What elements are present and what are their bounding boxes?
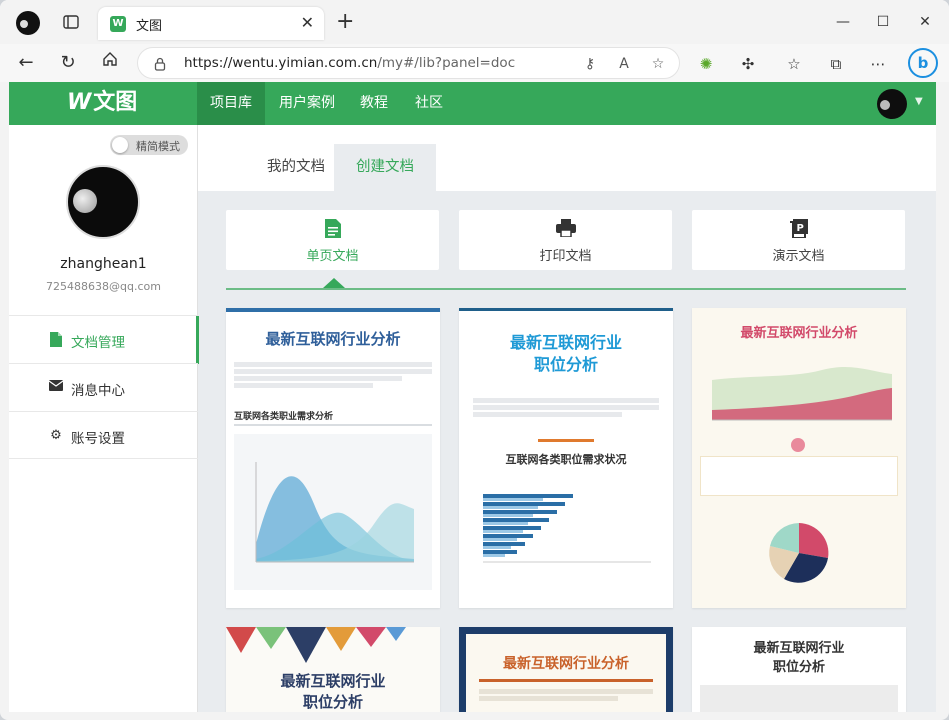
printer-icon bbox=[459, 219, 672, 242]
address-bar[interactable]: https://wentu.yimian.com.cn/my#/lib?pane… bbox=[137, 47, 680, 79]
chevron-down-icon[interactable]: ▼ bbox=[915, 96, 923, 107]
sidebar-item-messages[interactable]: 消息中心 bbox=[9, 363, 198, 411]
doc-type-label: 单页文档 bbox=[306, 249, 359, 264]
tab-close-icon[interactable]: ✕ bbox=[301, 13, 314, 33]
doc-type-presentation[interactable]: P 演示文档 bbox=[692, 210, 905, 270]
favorite-add-icon[interactable]: ☆ bbox=[648, 54, 668, 74]
tab-actions-icon[interactable] bbox=[62, 13, 80, 31]
new-tab-button[interactable]: + bbox=[336, 10, 354, 34]
template-card[interactable]: 最新互联网行业 职位分析 互联网各类职位需求状况 bbox=[459, 308, 673, 608]
template-gallery: 最新互联网行业分析 互联网各类职业需求分析 最新互联网行业 职位分析 互联网各类… bbox=[226, 308, 906, 712]
template-chart-preview bbox=[471, 480, 661, 590]
close-icon[interactable]: ✕ bbox=[910, 10, 940, 34]
main-content: 我的文档 创建文档 单页文档 打印文档 P 演示文档 最新互联网行业分析 互联网… bbox=[198, 125, 936, 712]
bing-icon[interactable]: b bbox=[908, 48, 938, 78]
favorites-icon[interactable]: ☆ bbox=[783, 53, 805, 75]
user-avatar[interactable] bbox=[877, 89, 907, 119]
svg-text:P: P bbox=[796, 223, 803, 234]
document-icon bbox=[49, 332, 63, 348]
collections-icon[interactable]: ⧉ bbox=[825, 53, 847, 75]
browser-window: W 文图 ✕ + — ☐ ✕ ← ↻ https://wentu.yimian.… bbox=[0, 0, 949, 720]
template-title: 最新互联网行业 职位分析 bbox=[753, 641, 845, 675]
active-type-pointer bbox=[323, 278, 345, 288]
template-card[interactable]: 最新互联网行业 职位分析 bbox=[226, 627, 440, 712]
template-subtitle: 互联网各类职位需求状况 bbox=[505, 453, 627, 466]
presentation-icon: P bbox=[692, 219, 905, 243]
sidebar-item-label: 消息中心 bbox=[71, 383, 125, 399]
browser-tab[interactable]: W 文图 ✕ bbox=[98, 7, 324, 40]
nav-user-cases[interactable]: 用户案例 bbox=[266, 82, 348, 125]
sidebar-item-documents[interactable]: 文档管理 bbox=[9, 315, 199, 364]
template-card[interactable]: 最新互联网行业分析 互联网各类职业需求分析 bbox=[226, 308, 440, 608]
envelope-icon bbox=[48, 380, 64, 396]
sidebar-menu: 文档管理 消息中心 ⚙ 账号设置 bbox=[9, 315, 199, 459]
browser-profile-avatar[interactable] bbox=[16, 11, 40, 35]
doc-type-label: 打印文档 bbox=[539, 249, 592, 264]
template-subtitle: 互联网各类职业需求分析 bbox=[234, 412, 334, 422]
template-body-text bbox=[479, 687, 653, 703]
gear-icon: ⚙ bbox=[50, 428, 62, 443]
extensions-icon[interactable]: ✣ bbox=[737, 53, 759, 75]
back-icon[interactable]: ← bbox=[13, 50, 39, 76]
home-icon[interactable] bbox=[97, 50, 123, 76]
nav-project-library[interactable]: 项目库 bbox=[197, 82, 265, 125]
site-header: W文图 项目库 用户案例 教程 社区 ▼ bbox=[9, 82, 936, 125]
tab-strip: W 文图 ✕ + — ☐ ✕ bbox=[0, 0, 949, 44]
read-aloud-icon[interactable]: A bbox=[614, 54, 634, 74]
tab-title: 文图 bbox=[136, 19, 163, 34]
extension-icon[interactable]: ✺ bbox=[695, 53, 717, 75]
single-page-doc-icon bbox=[226, 219, 439, 243]
url-text: https://wentu.yimian.com.cn/my#/lib?pane… bbox=[184, 55, 516, 71]
template-chart-preview bbox=[702, 350, 896, 432]
tab-create-document[interactable]: 创建文档 bbox=[334, 144, 436, 191]
lock-icon[interactable] bbox=[154, 56, 166, 71]
refresh-icon[interactable]: ↻ bbox=[55, 50, 81, 76]
site-logo[interactable]: W文图 bbox=[67, 90, 137, 116]
sidebar-item-label: 文档管理 bbox=[71, 335, 125, 351]
template-title: 最新互联网行业 职位分析 bbox=[509, 333, 622, 374]
username: zhanghean1 bbox=[60, 256, 147, 272]
doc-type-print[interactable]: 打印文档 bbox=[459, 210, 672, 270]
doc-type-label: 演示文档 bbox=[772, 249, 825, 264]
doc-type-selector: 单页文档 打印文档 P 演示文档 bbox=[226, 210, 906, 270]
user-email: 725488638@qq.com bbox=[46, 280, 161, 293]
more-icon[interactable]: ⋯ bbox=[867, 53, 889, 75]
profile-avatar[interactable] bbox=[66, 165, 140, 239]
minimize-icon[interactable]: — bbox=[828, 10, 858, 34]
template-card[interactable]: 最新互联网行业分析 bbox=[692, 308, 906, 608]
doc-tabs: 我的文档 创建文档 bbox=[198, 125, 936, 191]
template-title: 最新互联网行业分析 bbox=[503, 656, 629, 672]
sidebar-item-label: 账号设置 bbox=[71, 431, 125, 447]
web-page: W文图 项目库 用户案例 教程 社区 ▼ 精简模式 zhanghean1 725… bbox=[9, 82, 936, 712]
key-icon[interactable]: ⚷ bbox=[580, 54, 600, 74]
template-title: 最新互联网行业分析 bbox=[265, 330, 401, 348]
browser-toolbar: ← ↻ https://wentu.yimian.com.cn/my#/lib?… bbox=[0, 44, 949, 82]
toggle-knob bbox=[112, 137, 128, 153]
nav-tutorials[interactable]: 教程 bbox=[347, 82, 401, 125]
template-title: 最新互联网行业分析 bbox=[740, 326, 858, 341]
sidebar-item-account-settings[interactable]: ⚙ 账号设置 bbox=[9, 411, 198, 459]
type-divider bbox=[226, 288, 906, 290]
template-pie-preview bbox=[764, 518, 834, 588]
simple-mode-toggle[interactable]: 精简模式 bbox=[110, 135, 188, 155]
template-chart-preview bbox=[234, 434, 432, 590]
template-card[interactable]: 最新互联网行业分析 bbox=[459, 627, 673, 712]
template-title: 最新互联网行业 职位分析 bbox=[280, 672, 386, 711]
sidebar: 精简模式 zhanghean1 725488638@qq.com 文档管理 消息… bbox=[9, 125, 199, 712]
template-card[interactable]: 最新互联网行业 职位分析 bbox=[692, 627, 906, 712]
template-body-text bbox=[234, 360, 432, 390]
maximize-icon[interactable]: ☐ bbox=[868, 10, 898, 34]
site-favicon-icon: W bbox=[110, 16, 126, 32]
simple-mode-label: 精简模式 bbox=[136, 140, 180, 153]
template-body-text bbox=[473, 396, 659, 419]
nav-community[interactable]: 社区 bbox=[402, 82, 456, 125]
template-body-text bbox=[700, 685, 898, 712]
template-body-text bbox=[700, 456, 898, 496]
doc-type-single-page[interactable]: 单页文档 bbox=[226, 210, 439, 270]
